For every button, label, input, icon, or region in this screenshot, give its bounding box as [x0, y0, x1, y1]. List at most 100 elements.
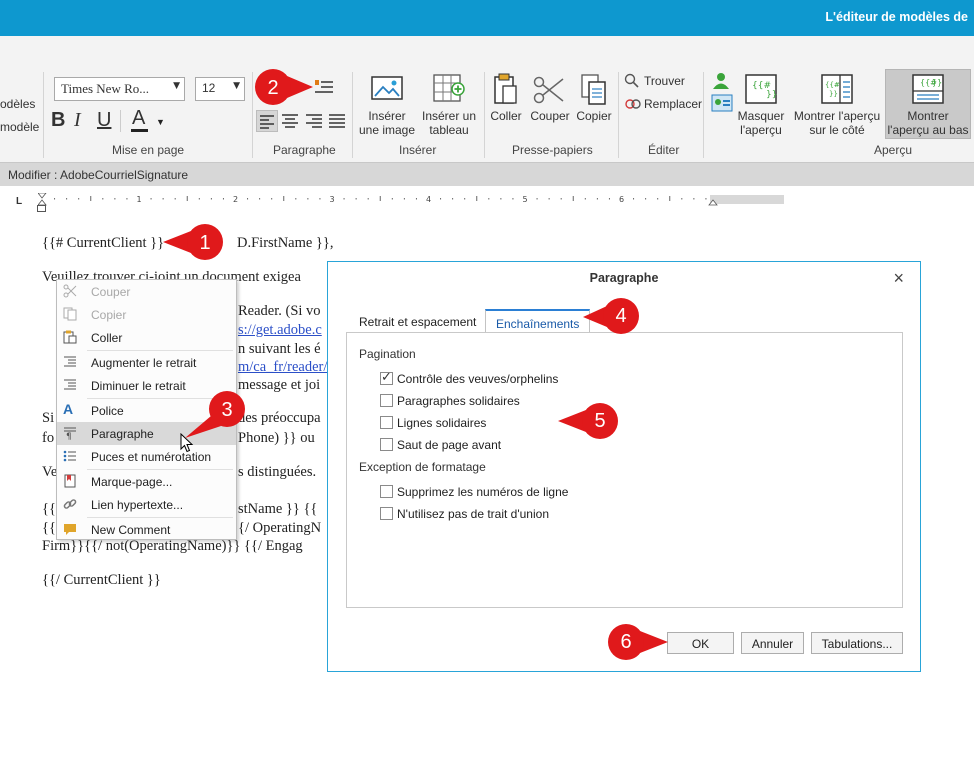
left-indent-marker[interactable] [37, 205, 46, 212]
paste-button[interactable]: Coller [488, 109, 524, 123]
replace-icon[interactable] [624, 96, 642, 112]
preview-data-icon[interactable] [711, 94, 733, 112]
preview-side-icon[interactable]: {{#}} [820, 73, 854, 105]
insert-image-button[interactable]: Insérer une image [357, 109, 417, 137]
menu-item-augmenter-retrait[interactable]: Augmenter le retrait [57, 351, 236, 374]
font-size-select[interactable]: 12 ▼ [195, 77, 245, 101]
ruler-number: 1 [137, 195, 142, 204]
ruler-tick [247, 198, 249, 200]
tab-retrait-espacement[interactable]: Retrait et espacement [349, 309, 486, 333]
dialog-title: Paragraphe [589, 271, 659, 285]
align-justify-icon[interactable] [327, 111, 347, 131]
tabs-button[interactable]: Tabulations... [811, 632, 903, 654]
paragraph-icon: ¶ [63, 426, 77, 442]
italic-icon[interactable]: I [74, 109, 81, 132]
checkbox-suppress-line-numbers[interactable] [380, 485, 393, 498]
ruler-tick [90, 196, 92, 201]
font-color-icon[interactable]: A [132, 107, 145, 130]
ruler-tick [174, 198, 176, 200]
ribbon-partial-label-2[interactable]: modèle [0, 120, 39, 134]
insert-table-icon[interactable] [432, 73, 466, 105]
menu-item-couper[interactable]: Couper [57, 280, 236, 303]
checkbox-widow-orphan[interactable] [380, 370, 393, 385]
doc-line[interactable]: n suivant les é [238, 341, 321, 358]
comment-icon [63, 522, 77, 536]
menu-item-coller[interactable]: Coller [57, 326, 236, 349]
ruler-tick [186, 196, 188, 201]
cut-button[interactable]: Couper [529, 109, 571, 123]
doc-link[interactable]: s://get.adobe.c [238, 322, 322, 339]
ruler[interactable]: 1234567 [38, 193, 786, 206]
ribbon-partial-label-1[interactable]: odèles [0, 97, 35, 111]
checkbox-keep-with-next-label: Paragraphes solidaires [397, 394, 520, 408]
align-right-icon[interactable] [304, 111, 324, 131]
menu-item-new-comment[interactable]: New Comment [57, 518, 236, 541]
doc-line[interactable]: message et joi [238, 377, 320, 394]
ruler-tick [452, 198, 454, 200]
paragraph-settings-icon[interactable] [314, 78, 334, 96]
checkbox-no-hyphenation-label: N'utilisez pas de trait d'union [397, 507, 549, 521]
tab-enchainements[interactable]: Enchaînements [485, 309, 591, 333]
doc-line[interactable]: s distinguées. [238, 464, 316, 481]
ruler-tick [669, 196, 671, 201]
doc-line[interactable]: Si [42, 410, 54, 427]
underline-icon[interactable]: U [97, 109, 111, 132]
close-icon[interactable]: × [893, 268, 904, 289]
menu-item-marque-page[interactable]: Marque-page... [57, 470, 236, 493]
replace-button[interactable]: Remplacer [644, 97, 702, 111]
doc-line[interactable]: {{/ CurrentClient }} [42, 572, 161, 589]
search-icon[interactable] [624, 73, 640, 89]
hide-preview-button[interactable]: Masquer l'aperçu [736, 109, 786, 137]
tab-stop-icon[interactable]: L [16, 196, 22, 207]
checkbox-keep-with-next[interactable] [380, 394, 393, 407]
paste-icon[interactable] [493, 72, 519, 106]
doc-line[interactable]: Reader. (Si vo [238, 303, 321, 320]
ruler-tick [222, 198, 224, 200]
ok-button[interactable]: OK [667, 632, 734, 654]
ruler-tick [355, 198, 357, 200]
doc-line[interactable]: fo [42, 430, 54, 447]
font-color-bar [131, 129, 148, 132]
ruler-tick [78, 198, 80, 200]
chevron-down-icon[interactable]: ▼ [156, 117, 165, 127]
find-button[interactable]: Trouver [644, 74, 685, 88]
scissors-icon[interactable] [533, 75, 565, 105]
ribbon-separator [43, 72, 44, 158]
copy-icon[interactable] [580, 73, 608, 106]
doc-line[interactable]: stName }} {{ [238, 501, 317, 518]
insert-image-icon[interactable] [370, 74, 404, 104]
modifier-label: Modifier : AdobeCourrielSignature [8, 168, 189, 182]
align-left-icon[interactable] [256, 110, 278, 132]
doc-line[interactable]: des préoccupa [238, 410, 321, 427]
menu-item-copier[interactable]: Copier [57, 303, 236, 326]
preview-bottom-icon[interactable]: {{#}} [911, 73, 945, 105]
doc-line[interactable]: {{ [42, 501, 56, 518]
insert-table-button[interactable]: Insérer un tableau [418, 109, 480, 137]
callout-5: 5 [558, 401, 620, 441]
font-name-select[interactable]: Times New Ro... ▼ [54, 77, 185, 101]
preview-side-button[interactable]: Montrer l'aperçu sur le côté [790, 109, 884, 137]
cancel-button[interactable]: Annuler [741, 632, 804, 654]
doc-line[interactable]: {{ [42, 520, 56, 537]
menu-item-lien[interactable]: Lien hypertexte... [57, 493, 236, 516]
preview-bottom-label: Montrer l'aperçu au bas [887, 109, 969, 137]
doc-line[interactable]: D.FirstName }}, [237, 235, 333, 252]
checkbox-keep-lines[interactable] [380, 416, 393, 429]
ruler-number: 2 [233, 195, 238, 204]
ruler-tick [102, 198, 104, 200]
bold-icon[interactable]: B [51, 109, 65, 132]
hide-preview-icon[interactable]: {{#}} [744, 73, 778, 105]
doc-line[interactable]: Phone) }} ou [238, 430, 315, 447]
ruler-tick [415, 198, 417, 200]
doc-link[interactable]: m/ca_fr/reader/ [238, 359, 327, 376]
doc-line[interactable]: {{# CurrentClient }} [42, 235, 164, 252]
preview-user-icon[interactable] [711, 72, 731, 90]
checkbox-suppress-line-numbers-label: Supprimez les numéros de ligne [397, 485, 569, 499]
checkbox-page-break[interactable] [380, 438, 393, 451]
copy-button[interactable]: Copier [574, 109, 614, 123]
ruler-number: 4 [426, 195, 431, 204]
doc-line[interactable]: {/ OperatingN [238, 520, 321, 537]
menu-item-puces[interactable]: Puces et numérotation [57, 445, 236, 468]
checkbox-no-hyphenation[interactable] [380, 507, 393, 520]
align-center-icon[interactable] [280, 111, 300, 131]
